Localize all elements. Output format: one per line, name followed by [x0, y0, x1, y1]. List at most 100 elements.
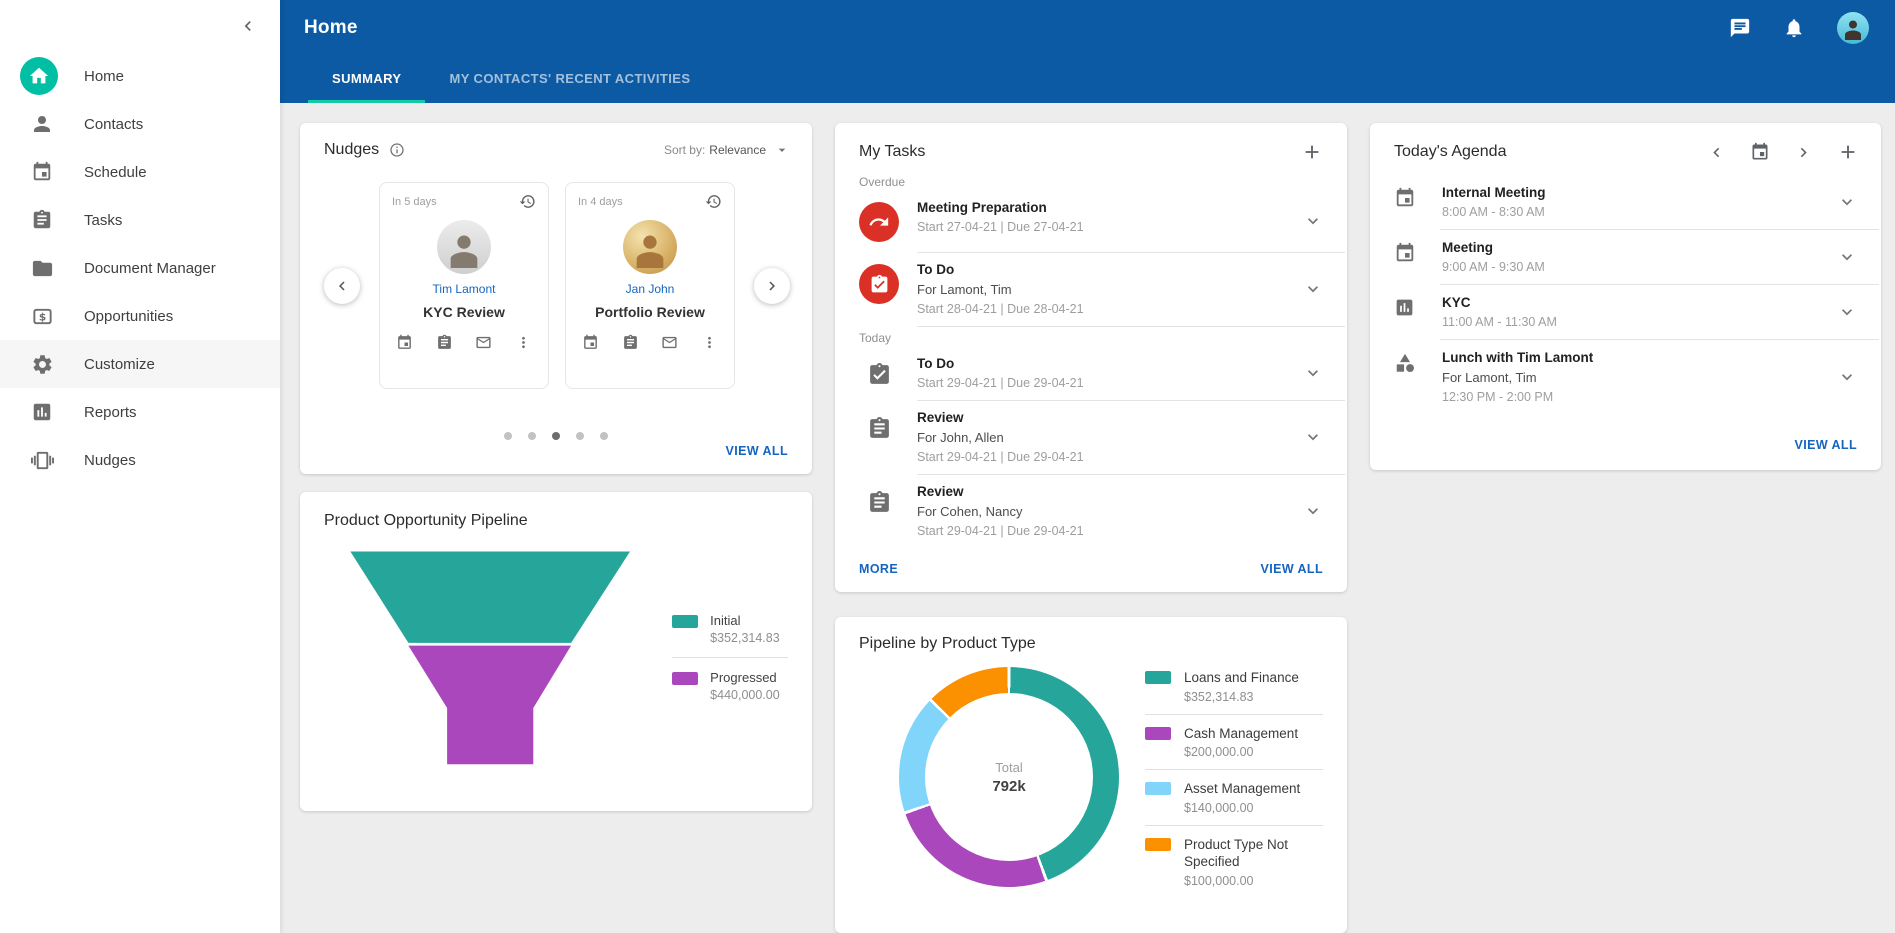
task-row[interactable]: Review For John, Allen Start 29-04-21 | …	[835, 401, 1347, 474]
task-check-icon	[859, 264, 899, 304]
mail-icon[interactable]	[475, 334, 492, 352]
tasks-more-link[interactable]: MORE	[859, 562, 898, 576]
agenda-row[interactable]: KYC 11:00 AM - 11:30 AM	[1370, 285, 1881, 339]
sidebar-collapse-button[interactable]	[238, 16, 258, 36]
chevron-down-icon[interactable]	[1303, 501, 1323, 521]
donut-chart-title: Pipeline by Product Type	[859, 635, 1036, 652]
nudges-view-all-link[interactable]: VIEW ALL	[726, 444, 788, 458]
agenda-view-all-link[interactable]: VIEW ALL	[1795, 438, 1857, 452]
sidebar-item-opportunities[interactable]: Opportunities	[0, 292, 280, 340]
carousel-prev-button[interactable]	[324, 268, 360, 304]
history-icon[interactable]	[705, 193, 722, 210]
legend-item-progressed: Progressed $440,000.00	[672, 670, 788, 702]
donut-center-total: Total 792k	[899, 667, 1119, 887]
calendar-icon[interactable]	[396, 334, 413, 352]
sidebar: Home Contacts Schedule Tasks Document Ma…	[0, 0, 280, 933]
sidebar-item-label: Schedule	[84, 164, 147, 181]
clipboard-icon	[867, 416, 892, 441]
carousel-dot-active[interactable]	[552, 432, 560, 440]
sidebar-item-document-manager[interactable]: Document Manager	[0, 244, 280, 292]
mail-icon[interactable]	[661, 334, 678, 352]
legend-swatch	[1145, 838, 1171, 851]
sort-value: Relevance	[709, 143, 766, 157]
product-opportunity-pipeline-card: Product Opportunity Pipeline Initial	[300, 492, 812, 811]
sort-by-control[interactable]: Sort by: Relevance	[664, 142, 790, 158]
sidebar-item-nudges[interactable]: Nudges	[0, 436, 280, 484]
agenda-row[interactable]: Lunch with Tim Lamont For Lamont, Tim 12…	[1370, 340, 1881, 414]
funnel-stage-initial[interactable]	[350, 551, 630, 642]
contact-name-link[interactable]: Jan John	[578, 282, 722, 296]
user-avatar[interactable]	[1837, 12, 1869, 44]
agenda-row[interactable]: Internal Meeting 8:00 AM - 8:30 AM	[1370, 175, 1881, 229]
contact-name-link[interactable]: Tim Lamont	[392, 282, 536, 296]
sidebar-item-tasks[interactable]: Tasks	[0, 196, 280, 244]
nudge-card-tim-lamont[interactable]: In 5 days Tim Lamont KYC Review	[379, 182, 549, 389]
chevron-down-icon[interactable]	[1837, 247, 1857, 267]
chevron-down-icon[interactable]	[1303, 211, 1323, 231]
nudges-title: Nudges	[324, 141, 379, 159]
legend-swatch	[1145, 727, 1171, 740]
task-row[interactable]: Meeting Preparation Start 27-04-21 | Due…	[835, 191, 1347, 252]
avatar-jan-john[interactable]	[623, 220, 677, 274]
legend-swatch	[672, 615, 698, 628]
avatar-tim-lamont[interactable]	[437, 220, 491, 274]
notifications-icon[interactable]	[1783, 17, 1805, 39]
tasks-section-today: Today	[835, 327, 1347, 347]
tasks-section-overdue: Overdue	[835, 171, 1347, 191]
legend-item-cash-management: Cash Management $200,000.00	[1145, 725, 1323, 760]
chat-icon[interactable]	[1729, 17, 1751, 39]
chevron-down-icon[interactable]	[1837, 302, 1857, 322]
funnel-legend: Initial $352,314.83 Progressed $440,000.…	[672, 613, 788, 702]
clipboard-icon	[867, 490, 892, 515]
agenda-row[interactable]: Meeting 9:00 AM - 9:30 AM	[1370, 230, 1881, 284]
sidebar-item-label: Customize	[84, 356, 155, 373]
tasks-view-all-link[interactable]: VIEW ALL	[1261, 562, 1323, 576]
task-row[interactable]: Review For Cohen, Nancy Start 29-04-21 |…	[835, 475, 1347, 548]
agenda-next-day-button[interactable]	[1794, 143, 1813, 162]
sidebar-item-label: Contacts	[84, 116, 143, 133]
donut-chart[interactable]: Total 792k	[899, 667, 1119, 887]
legend-item-product-type-not-specified: Product Type Not Specified $100,000.00	[1145, 836, 1323, 888]
agenda-calendar-icon[interactable]	[1750, 142, 1770, 162]
add-task-button[interactable]	[1301, 141, 1323, 163]
app-window: Home Contacts Schedule Tasks Document Ma…	[0, 0, 1895, 933]
clipboard-icon[interactable]	[622, 334, 639, 352]
carousel-dot[interactable]	[504, 432, 512, 440]
divider	[1145, 825, 1323, 826]
calendar-icon[interactable]	[582, 334, 599, 352]
chevron-down-icon[interactable]	[1303, 279, 1323, 299]
sidebar-item-customize[interactable]: Customize	[0, 340, 280, 388]
nudge-card-jan-john[interactable]: In 4 days Jan John Portfolio Review	[565, 182, 735, 389]
task-row[interactable]: To Do For Lamont, Tim Start 28-04-21 | D…	[835, 253, 1347, 326]
carousel-dot[interactable]	[576, 432, 584, 440]
info-icon[interactable]	[389, 141, 405, 159]
sidebar-nav: Home Contacts Schedule Tasks Document Ma…	[0, 0, 280, 484]
agenda-prev-day-button[interactable]	[1707, 143, 1726, 162]
carousel-dot[interactable]	[528, 432, 536, 440]
sidebar-item-schedule[interactable]: Schedule	[0, 148, 280, 196]
tab-my-contacts-recent-activities[interactable]: MY CONTACTS' RECENT ACTIVITIES	[425, 56, 714, 103]
add-event-button[interactable]	[1837, 141, 1859, 163]
chevron-down-icon[interactable]	[1837, 192, 1857, 212]
more-vert-icon[interactable]	[515, 334, 532, 352]
clipboard-icon[interactable]	[436, 334, 453, 352]
nudge-due-label: In 5 days	[392, 196, 437, 208]
carousel-dot[interactable]	[600, 432, 608, 440]
more-vert-icon[interactable]	[701, 334, 718, 352]
sidebar-item-label: Home	[84, 68, 124, 85]
sidebar-item-home[interactable]: Home	[0, 52, 280, 100]
header-tabs: SUMMARY MY CONTACTS' RECENT ACTIVITIES	[308, 56, 1895, 103]
chevron-down-icon[interactable]	[1837, 367, 1857, 387]
funnel-stage-progressed[interactable]	[408, 646, 571, 765]
agenda-title: Today's Agenda	[1394, 143, 1506, 161]
task-row[interactable]: To Do Start 29-04-21 | Due 29-04-21	[835, 347, 1347, 400]
dollar-icon	[22, 305, 62, 328]
sidebar-item-reports[interactable]: Reports	[0, 388, 280, 436]
chevron-down-icon[interactable]	[1303, 427, 1323, 447]
my-tasks-card: My Tasks Overdue Meeting Preparation Sta…	[835, 123, 1347, 592]
chevron-down-icon[interactable]	[1303, 363, 1323, 383]
carousel-next-button[interactable]	[754, 268, 790, 304]
tab-summary[interactable]: SUMMARY	[308, 56, 425, 103]
sidebar-item-contacts[interactable]: Contacts	[0, 100, 280, 148]
history-icon[interactable]	[519, 193, 536, 210]
